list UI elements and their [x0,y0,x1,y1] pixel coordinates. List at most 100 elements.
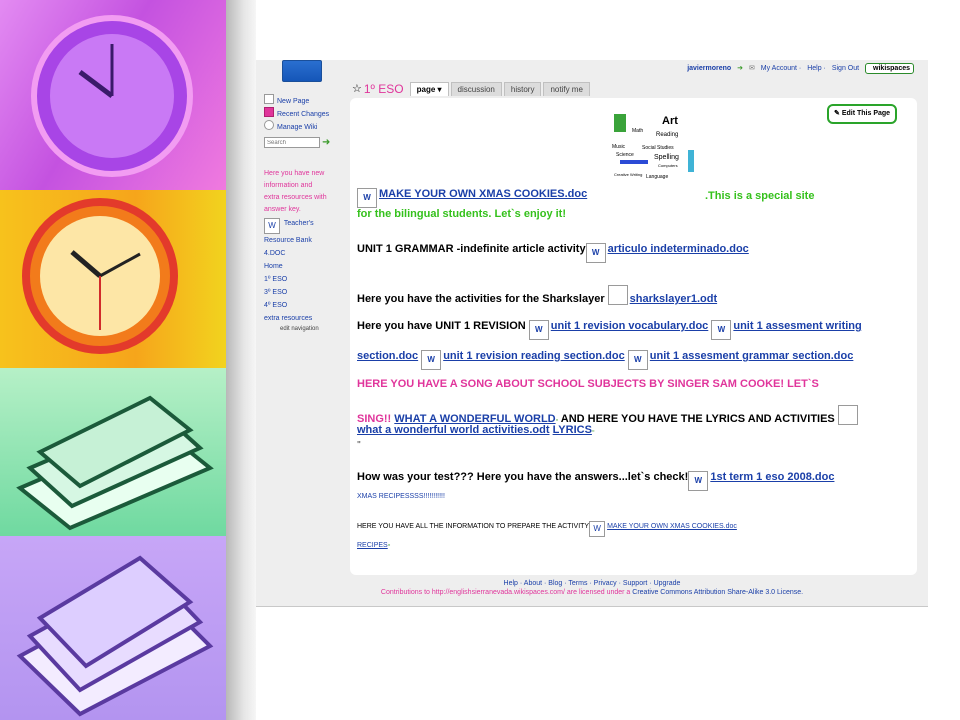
license-link[interactable]: Creative Commons Attribution Share-Alike… [632,589,803,596]
revision-text: Here you have UNIT 1 REVISION [357,320,526,332]
edit-page-button[interactable]: ✎ Edit This Page [827,104,898,124]
xmas-cookies-link[interactable]: MAKE YOUR OWN XMAS COOKIES.doc [379,188,587,200]
home-link[interactable]: Home [264,260,344,273]
sharkslayer-link[interactable]: sharkslayer1.odt [630,293,717,305]
footer-links[interactable]: Help · About · Blog · Terms · Privacy · … [256,580,928,587]
song-line-3: what a wonderful world activities.odt LY… [357,424,594,436]
bilingual-text: for the bilingual students. Let`s enjoy … [357,208,567,220]
papers-icon [16,395,214,531]
word-doc-icon[interactable]: W [421,350,442,370]
license-prefix: Contributions to http://englishsierranev… [380,589,631,596]
wikispaces-label: wikispaces [873,65,910,72]
user-bar: javiermoreno ➜ ✉ My Account · Help · Sig… [683,63,914,74]
doc-icon[interactable] [607,285,628,305]
pencil-icon: ✎ [834,110,842,117]
info-line: HERE YOU HAVE ALL THE INFORMATION TO PRE… [357,521,737,537]
section-doc-link[interactable]: section.doc [357,350,418,362]
star-icon[interactable]: ☆ [352,82,362,96]
recipes-link[interactable]: RECIPES [357,542,388,549]
manage-wiki-label: Manage Wiki [277,124,318,131]
lyrics-text: AND HERE YOU HAVE THE LYRICS AND ACTIVIT… [560,413,835,425]
search-go-icon[interactable]: ➜ [322,138,330,148]
art-word: Language [646,174,668,180]
tab-notify-me[interactable]: notify me [543,82,590,96]
tab-discussion[interactable]: discussion [450,82,502,96]
art-word: Music [612,144,626,150]
word-doc-icon[interactable]: W [357,188,377,208]
art-word: Science [616,152,634,158]
shadow-edge [226,0,256,720]
art-word: Social Studies [642,145,674,151]
manage-wiki-link[interactable]: Manage Wiki [264,120,344,133]
share-icon[interactable]: ➜ [737,65,743,72]
external-link-icon: ▫ [591,428,595,435]
license-text: Contributions to http://englishsierranev… [256,589,928,596]
edit-navigation-link[interactable]: edit navigation [280,326,319,332]
world-logo-icon[interactable] [282,60,322,82]
xmas-line: W MAKE YOUR OWN XMAS COOKIES.doc [357,188,587,208]
note-line: answer key. [264,206,301,213]
wonderful-activities-link[interactable]: what a wonderful world activities.odt [357,424,550,436]
quote-mark: " [357,440,361,449]
eso4-link[interactable]: 4º ESO [264,299,344,312]
grammar-text: UNIT 1 GRAMMAR -indefinite article activ… [357,243,586,255]
new-page-link[interactable]: New Page [264,94,344,107]
word-doc-icon[interactable]: W [589,521,606,537]
word-doc-icon[interactable]: W [711,320,732,340]
revision-line: Here you have UNIT 1 REVISION Wunit 1 re… [357,320,862,340]
extra-resources-link[interactable]: extra resources [264,312,344,325]
word-doc-icon[interactable]: W [528,320,549,340]
orange-clock-photo [0,190,226,368]
info-xmas-link[interactable]: MAKE YOUR OWN XMAS COOKIES.doc [607,523,737,530]
tab-page[interactable]: page ▾ [409,82,449,96]
gear-icon [264,120,274,130]
sidebar-note: Here you have new information and extra … [264,168,344,216]
eso3-link[interactable]: 3º ESO [264,286,344,299]
art-word: Math [632,128,643,134]
word-doc-icon[interactable]: W [688,471,709,491]
school-subjects-image: Art Math Reading Music Social Studies Sc… [612,114,694,180]
teachers-link[interactable]: Teacher's [284,220,314,227]
my-account-link[interactable]: My Account [761,65,797,72]
art-word: Reading [656,132,678,138]
word-doc-icon[interactable]: W [264,218,280,234]
search-input[interactable] [264,137,320,148]
purple-papers-photo [0,536,226,720]
wikispaces-button[interactable]: wikispaces [865,63,914,74]
assesment-writing-link[interactable]: unit 1 assesment writing [733,320,861,332]
space-name: 1º ESO [363,82,404,96]
info-text: HERE YOU HAVE ALL THE INFORMATION TO PRE… [357,523,590,530]
tab-history[interactable]: history [503,82,542,96]
edit-page-label: Edit This Page [841,110,891,117]
word-doc-icon[interactable]: W [585,243,606,263]
recipes-line: RECIPES▫ [357,542,390,549]
external-link-icon: ▫ [555,417,559,424]
recent-changes-icon [264,107,274,117]
articulo-link[interactable]: articulo indeterminado.doc [608,243,749,255]
art-word: Creative Writing [614,172,642,177]
sidebar: New Page Recent Changes Manage Wiki ➜ He… [264,94,344,332]
username-link[interactable]: javiermoreno [687,65,731,72]
eso1-link[interactable]: 1º ESO [264,273,344,286]
test-answers-link[interactable]: 1st term 1 eso 2008.doc [710,471,834,483]
green-papers-photo [0,368,226,536]
doc-icon[interactable] [837,405,858,425]
decorative-photo-strip [0,0,226,720]
revision-vocab-link[interactable]: unit 1 revision vocabulary.doc [551,320,709,332]
recent-changes-label: Recent Changes [277,111,330,118]
sign-out-link[interactable]: Sign Out [832,65,859,72]
doc4-link[interactable]: 4.DOC [264,247,344,260]
mail-icon[interactable]: ✉ [749,65,755,72]
footer: Help · About · Blog · Terms · Privacy · … [256,580,928,596]
wiki-screenshot: javiermoreno ➜ ✉ My Account · Help · Sig… [256,60,928,607]
word-doc-icon[interactable]: W [627,350,648,370]
recent-changes-link[interactable]: Recent Changes [264,107,344,120]
assesment-grammar-link[interactable]: unit 1 assesment grammar section.doc [650,350,854,362]
resource-bank-link[interactable]: Resource Bank [264,234,344,247]
note-line: information and [264,182,313,189]
lyrics-link[interactable]: LYRICS [553,424,592,436]
revision-reading-link[interactable]: unit 1 revision reading section.doc [443,350,625,362]
purple-clock-photo [0,0,226,190]
help-link[interactable]: Help [807,65,821,72]
note-line: Here you have new [264,170,325,177]
